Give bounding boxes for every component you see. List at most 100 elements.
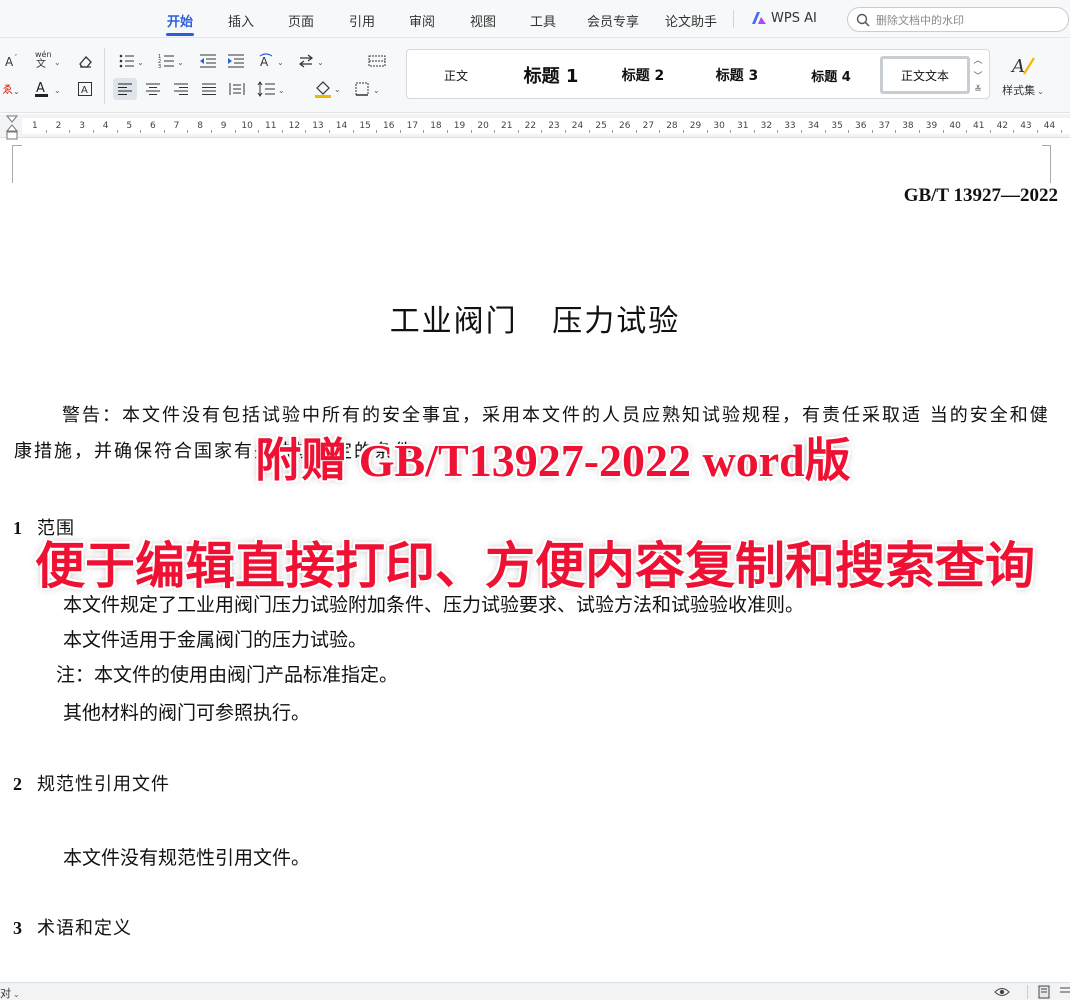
svg-text:ˇ: ˇ bbox=[14, 54, 18, 62]
ruler-number: 32 bbox=[760, 121, 773, 131]
paint-bucket-icon: ⌄ bbox=[315, 81, 341, 98]
svg-text:文: 文 bbox=[36, 57, 46, 69]
shrink-font-icon: Aˇ bbox=[5, 54, 18, 69]
align-left-button[interactable] bbox=[113, 78, 137, 100]
ruler-number: 33 bbox=[784, 121, 796, 131]
ruler-track: 1 2 3 4 5 6 7 8 9 10 11 12 13 14 15 16 17 18 19 20 21 22 23 24 2… bbox=[22, 118, 1070, 134]
status-divider bbox=[1027, 985, 1028, 999]
style-heading-4[interactable]: 标题 4 bbox=[791, 56, 871, 94]
align-left-icon bbox=[118, 83, 132, 95]
document-title: 工业阀门 压力试验 bbox=[389, 304, 681, 339]
font-color-button[interactable]: A ⌄ bbox=[30, 78, 66, 100]
style-heading-3[interactable]: 标题 3 bbox=[697, 56, 777, 94]
ruler-tick bbox=[635, 130, 637, 133]
align-center-icon bbox=[146, 83, 160, 95]
style-body-text[interactable]: 正文文本 bbox=[880, 56, 970, 94]
tab-review[interactable]: 审阅 bbox=[409, 11, 435, 30]
line-spacing-button[interactable]: ⌄ bbox=[255, 78, 289, 100]
increase-indent-icon bbox=[228, 54, 244, 68]
ruler-number: 25 bbox=[595, 121, 607, 131]
indent-marker-icon[interactable] bbox=[6, 115, 18, 143]
search-input[interactable] bbox=[876, 12, 1061, 28]
style-gallery: 正文 标题 1 标题 2 标题 3 标题 4 正文文本 bbox=[406, 49, 990, 99]
gallery-expand-icon[interactable]: ≚ bbox=[974, 85, 982, 95]
ruler-number: 2 bbox=[55, 121, 62, 131]
show-marks-button[interactable] bbox=[366, 50, 388, 72]
text-effect-button[interactable]: ゑ ⌄ bbox=[0, 78, 22, 100]
char-border-button[interactable]: A bbox=[74, 78, 96, 100]
ruler-tick bbox=[942, 130, 944, 133]
tab-paper-assistant[interactable]: 论文助手 bbox=[665, 11, 717, 30]
ruler-tick bbox=[683, 130, 684, 133]
svg-text:A: A bbox=[1010, 56, 1025, 77]
ruler-tick bbox=[352, 130, 354, 133]
menu-divider bbox=[733, 10, 734, 28]
borders-button[interactable]: ⌄ bbox=[352, 78, 386, 100]
section-title: 术语和定义 bbox=[37, 918, 132, 939]
crop-mark bbox=[1050, 145, 1051, 183]
ruler-number: 7 bbox=[173, 121, 180, 131]
svg-text:⌄: ⌄ bbox=[137, 58, 144, 67]
ruler-number: 15 bbox=[359, 121, 371, 131]
styleset-button[interactable]: A 样式集 ⌄ bbox=[998, 50, 1048, 98]
ruler-number: 14 bbox=[335, 121, 348, 131]
tab-references[interactable]: 引用 bbox=[349, 11, 375, 30]
ruler[interactable]: 1 2 3 4 5 6 7 8 9 10 11 12 13 14 15 16 17 18 19 20 21 22 23 24 2… bbox=[0, 114, 1070, 138]
ruler-number: 16 bbox=[383, 121, 395, 131]
ruler-tick bbox=[211, 130, 212, 133]
search-icon bbox=[856, 13, 870, 27]
ruler-number: 28 bbox=[666, 121, 678, 131]
distributed-align-button[interactable] bbox=[225, 78, 249, 100]
svg-text:wén: wén bbox=[35, 49, 52, 59]
tab-member[interactable]: 会员专享 bbox=[587, 11, 639, 30]
wps-ai-icon[interactable] bbox=[752, 12, 766, 25]
ruler-tick bbox=[329, 130, 330, 133]
ruler-tick bbox=[494, 130, 496, 133]
wps-ai-button[interactable]: WPS AI bbox=[771, 11, 817, 26]
ruler-tick bbox=[1060, 130, 1062, 133]
ruler-number: 29 bbox=[689, 121, 702, 131]
style-heading-1[interactable]: 标题 1 bbox=[511, 56, 591, 94]
chevron-up-icon[interactable]: ︿ bbox=[973, 53, 982, 66]
line-sort-button[interactable]: ⌄ bbox=[296, 50, 328, 72]
tab-insert[interactable]: 插入 bbox=[228, 11, 254, 30]
crop-mark bbox=[1042, 145, 1051, 146]
text-direction-button[interactable]: A ⌄ bbox=[256, 50, 288, 72]
svg-text:⌄: ⌄ bbox=[317, 58, 324, 67]
numbered-list-icon: 123 ⌄ bbox=[158, 54, 184, 69]
increase-indent-button[interactable] bbox=[224, 50, 248, 72]
svg-text:A: A bbox=[36, 81, 45, 96]
tab-view[interactable]: 视图 bbox=[470, 11, 496, 30]
align-center-button[interactable] bbox=[141, 78, 165, 100]
promo-banner-line1: 附赠 GB/T13927-2022 word版 bbox=[254, 434, 851, 487]
ruler-number: 24 bbox=[571, 121, 584, 131]
style-normal[interactable]: 正文 bbox=[421, 56, 491, 94]
page-view-icon[interactable] bbox=[1036, 985, 1052, 999]
outline-view-icon[interactable] bbox=[1058, 985, 1070, 999]
tab-home[interactable]: 开始 bbox=[167, 11, 193, 30]
numbered-list-button[interactable]: 123 ⌄ bbox=[156, 50, 188, 72]
ruler-number: 9 bbox=[220, 121, 227, 131]
grid-marks-icon bbox=[368, 55, 386, 67]
shrink-font-button[interactable]: Aˇ bbox=[2, 50, 24, 72]
justify-button[interactable] bbox=[197, 78, 221, 100]
ruler-number: 21 bbox=[501, 121, 513, 131]
shading-button[interactable]: ⌄ bbox=[311, 78, 345, 100]
chevron-down-icon[interactable]: ﹀ bbox=[973, 69, 982, 82]
pinyin-guide-button[interactable]: wén 文 ⌄ bbox=[30, 48, 64, 70]
tab-page[interactable]: 页面 bbox=[288, 11, 314, 30]
clear-format-button[interactable] bbox=[74, 50, 96, 72]
search-box[interactable] bbox=[847, 7, 1069, 32]
eye-icon[interactable] bbox=[994, 985, 1010, 999]
align-right-button[interactable] bbox=[169, 78, 193, 100]
svg-text:A: A bbox=[81, 85, 88, 96]
proofread-status[interactable]: 对 ⌄ bbox=[0, 985, 20, 1000]
text-direction-icon: A ⌄ bbox=[259, 53, 284, 69]
text-effect-icon: ゑ ⌄ bbox=[2, 83, 20, 96]
style-heading-2[interactable]: 标题 2 bbox=[603, 56, 683, 94]
tab-tools[interactable]: 工具 bbox=[530, 11, 556, 30]
bullet-list-button[interactable]: ⌄ bbox=[116, 50, 148, 72]
active-tab-indicator bbox=[166, 33, 194, 36]
decrease-indent-button[interactable] bbox=[196, 50, 220, 72]
ruler-number: 8 bbox=[197, 121, 203, 131]
